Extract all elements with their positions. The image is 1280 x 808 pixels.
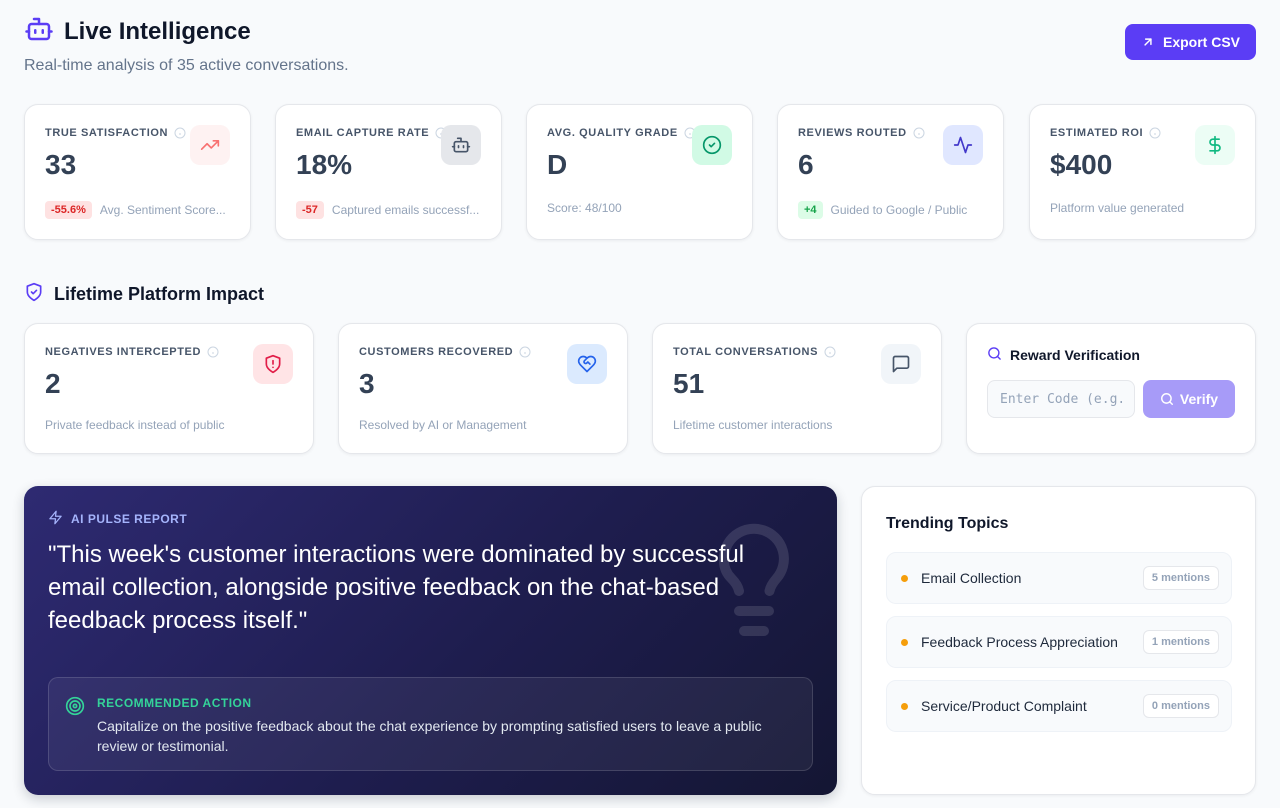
kpi-value: $400	[1050, 149, 1113, 180]
heart-handshake-icon	[567, 344, 607, 384]
topic-name: Email Collection	[921, 570, 1022, 586]
kpi-card-email-capture-rate: EMAIL CAPTURE RATE 18% -57 Captured emai…	[275, 104, 502, 240]
lifetime-foot: Resolved by AI or Management	[359, 418, 527, 432]
info-icon[interactable]	[913, 127, 925, 139]
reward-code-input[interactable]	[987, 380, 1135, 418]
topic-item[interactable]: Feedback Process Appreciation 1 mentions	[886, 616, 1232, 668]
topic-dot	[901, 703, 908, 710]
lifetime-section-title: Lifetime Platform Impact	[24, 282, 264, 307]
kpi-foot: +4 Guided to Google / Public	[798, 201, 967, 219]
lifetime-card-customers-recovered: CUSTOMERS RECOVERED 3 Resolved by AI or …	[338, 323, 628, 454]
topic-item[interactable]: Email Collection 5 mentions	[886, 552, 1232, 604]
bot-icon	[24, 14, 54, 49]
arrow-up-right-icon	[1144, 38, 1152, 46]
topic-dot	[901, 639, 908, 646]
lifetime-foot: Private feedback instead of public	[45, 418, 225, 432]
verify-button[interactable]: Verify	[1143, 380, 1235, 418]
delta-badge: -55.6%	[45, 201, 92, 219]
topic-count-badge: 5 mentions	[1142, 566, 1219, 590]
trending-topics-card: Trending Topics Email Collection 5 menti…	[861, 486, 1256, 795]
lifetime-card-total-conversations: TOTAL CONVERSATIONS 51 Lifetime customer…	[652, 323, 942, 454]
shield-alert-icon	[253, 344, 293, 384]
info-icon[interactable]	[174, 127, 186, 139]
kpi-card-reviews-routed: REVIEWS ROUTED 6 +4 Guided to Google / P…	[777, 104, 1004, 240]
topic-count-badge: 0 mentions	[1142, 694, 1219, 718]
lifetime-value: 51	[673, 368, 705, 399]
reward-verification-title: Reward Verification	[987, 346, 1140, 364]
search-icon	[987, 346, 1002, 364]
export-csv-button[interactable]: Export CSV	[1124, 24, 1256, 60]
recommended-action-box: RECOMMENDED ACTION Capitalize on the pos…	[48, 677, 813, 771]
kpi-label: REVIEWS ROUTED	[798, 127, 925, 139]
info-icon[interactable]	[519, 346, 531, 358]
page-title: Live Intelligence	[64, 17, 251, 45]
pulse-quote: "This week's customer interactions were …	[48, 541, 745, 634]
kpi-foot: Score: 48/100	[547, 201, 622, 215]
lifetime-value: 3	[359, 368, 375, 399]
topic-count-badge: 1 mentions	[1142, 630, 1219, 654]
trend-up-icon	[190, 125, 230, 165]
kpi-card-estimated-roi: ESTIMATED ROI $400 Platform value genera…	[1029, 104, 1256, 240]
info-icon[interactable]	[824, 346, 836, 358]
delta-badge: +4	[798, 201, 823, 219]
kpi-foot: -57 Captured emails successf...	[296, 201, 479, 219]
trending-topics-title: Trending Topics	[886, 515, 1009, 532]
recommended-action-label: RECOMMENDED ACTION	[97, 696, 252, 710]
kpi-value: 18%	[296, 149, 353, 180]
ai-pulse-report: AI PULSE REPORT "This week's customer in…	[24, 486, 837, 795]
activity-icon	[943, 125, 983, 165]
topic-name: Feedback Process Appreciation	[921, 634, 1118, 650]
lifetime-label: CUSTOMERS RECOVERED	[359, 346, 531, 358]
title-row: Live Intelligence	[24, 14, 1256, 49]
zap-icon	[48, 510, 63, 528]
lifetime-card-negatives-intercepted: NEGATIVES INTERCEPTED 2 Private feedback…	[24, 323, 314, 454]
kpi-label: AVG. QUALITY GRADE	[547, 127, 696, 139]
lifetime-value: 2	[45, 368, 61, 399]
lifetime-label: TOTAL CONVERSATIONS	[673, 346, 836, 358]
reward-verification-card: Reward Verification Verify	[966, 323, 1256, 454]
export-csv-label: Export CSV	[1162, 34, 1240, 50]
lifetime-label: NEGATIVES INTERCEPTED	[45, 346, 219, 358]
verify-button-label: Verify	[1179, 391, 1219, 407]
kpi-foot: Platform value generated	[1050, 201, 1185, 215]
shield-check-icon	[24, 282, 44, 307]
info-icon[interactable]	[207, 346, 219, 358]
kpi-value: 6	[798, 149, 814, 180]
target-icon	[65, 696, 85, 721]
bot-icon	[441, 125, 481, 165]
dollar-icon	[1195, 125, 1235, 165]
recommended-action-text: Capitalize on the positive feedback abou…	[97, 718, 762, 754]
delta-badge: -57	[296, 201, 324, 219]
kpi-foot: -55.6% Avg. Sentiment Score...	[45, 201, 226, 219]
info-icon[interactable]	[1149, 127, 1161, 139]
kpi-label: ESTIMATED ROI	[1050, 127, 1161, 139]
check-circle-icon	[692, 125, 732, 165]
page-subtitle: Real-time analysis of 35 active conversa…	[24, 57, 349, 74]
lifetime-foot: Lifetime customer interactions	[673, 418, 833, 432]
kpi-label: EMAIL CAPTURE RATE	[296, 127, 447, 139]
message-square-icon	[881, 344, 921, 384]
kpi-card-true-satisfaction: TRUE SATISFACTION 33 -55.6% Avg. Sentime…	[24, 104, 251, 240]
kpi-value: 33	[45, 149, 77, 180]
kpi-label: TRUE SATISFACTION	[45, 127, 186, 139]
kpi-card-avg-quality-grade: AVG. QUALITY GRADE D Score: 48/100	[526, 104, 753, 240]
search-icon	[1160, 393, 1173, 405]
page-header: Live Intelligence Real-time analysis of …	[24, 14, 1256, 74]
topic-dot	[901, 575, 908, 582]
pulse-label: AI PULSE REPORT	[48, 510, 187, 528]
kpi-value: D	[547, 149, 568, 180]
topic-item[interactable]: Service/Product Complaint 0 mentions	[886, 680, 1232, 732]
topic-name: Service/Product Complaint	[921, 698, 1087, 714]
